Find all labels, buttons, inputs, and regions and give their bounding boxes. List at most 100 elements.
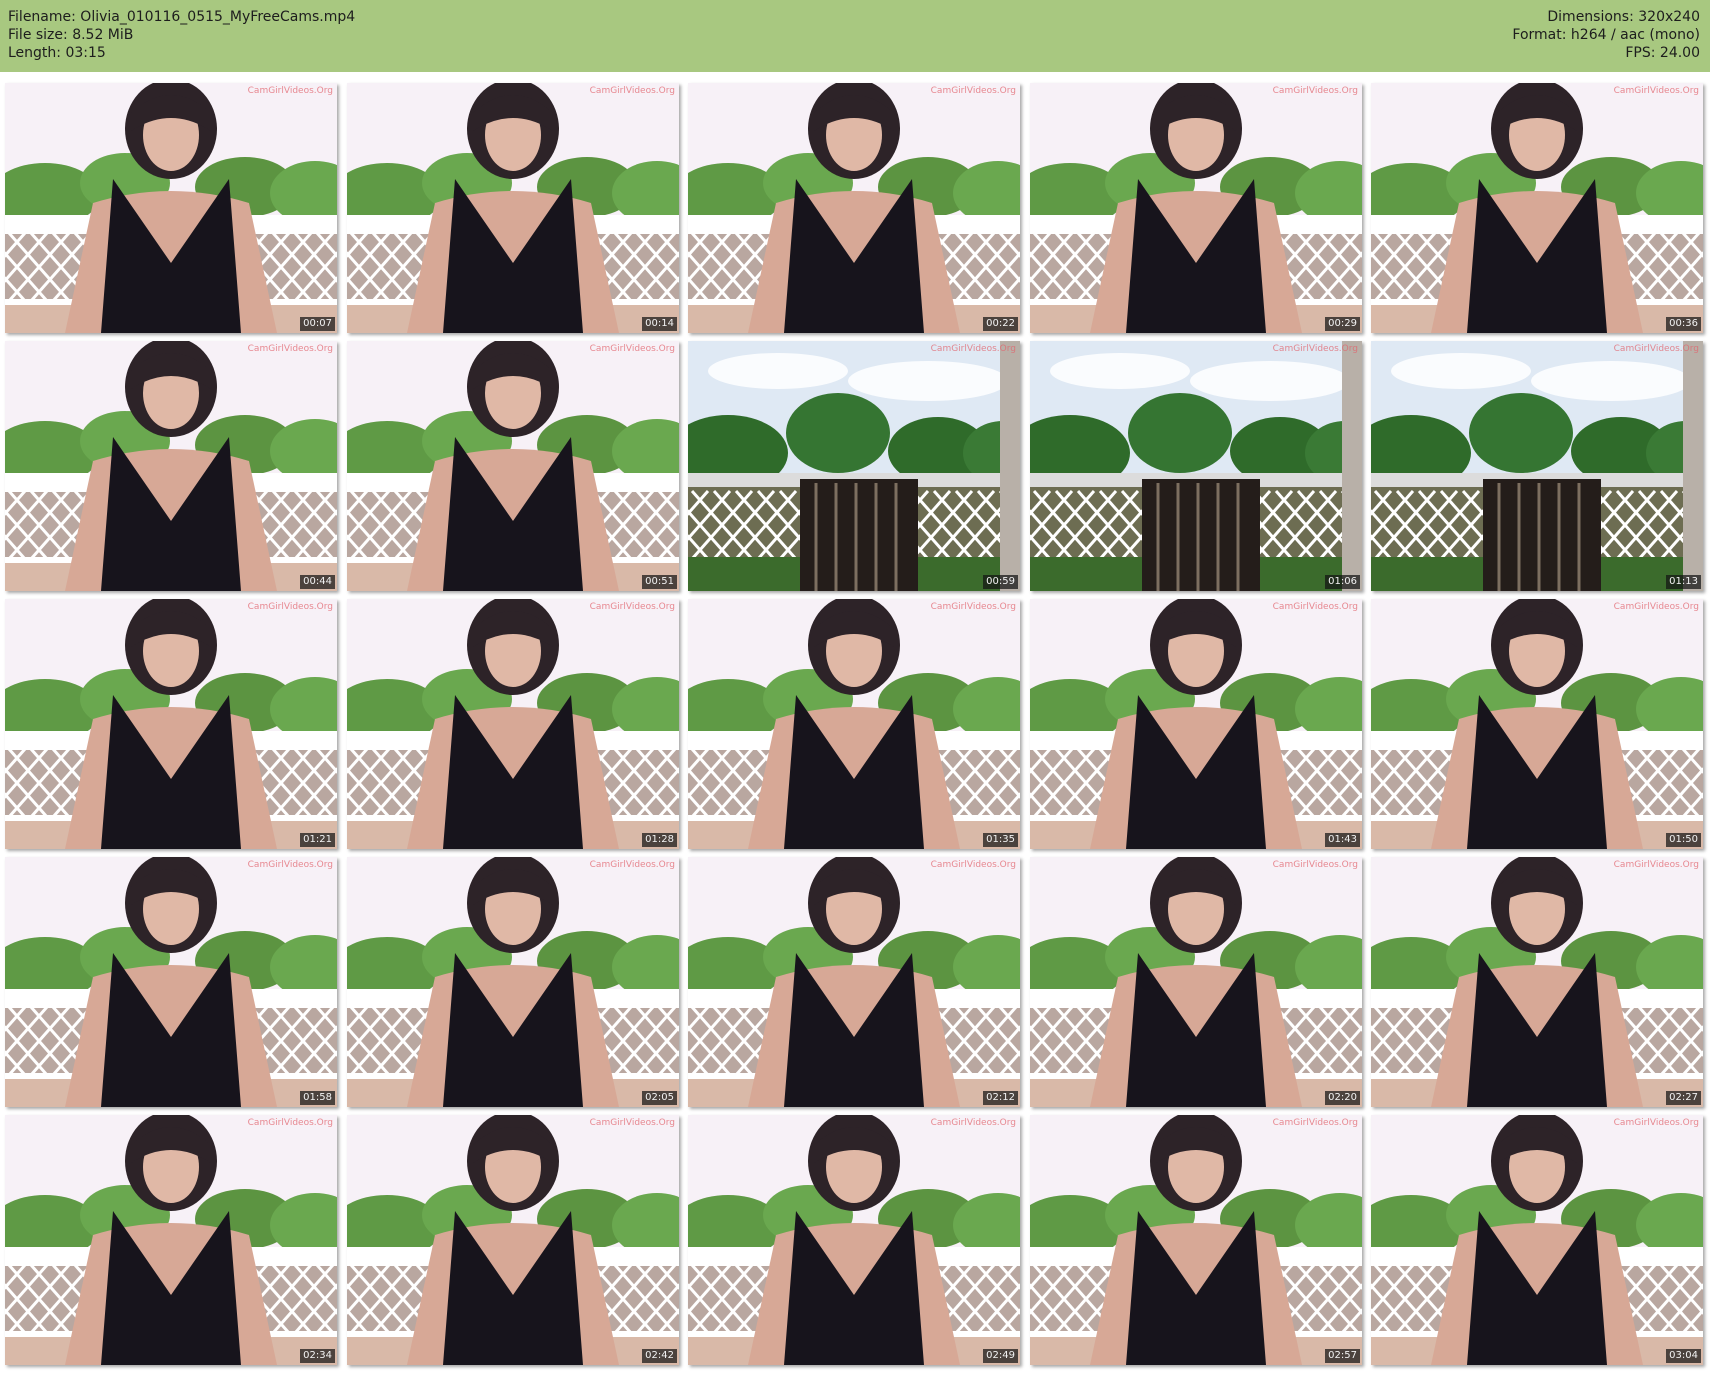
thumbnail-frame: CamGirlVideos.Org 00:36 [1371,83,1703,333]
frame-image [5,857,337,1107]
meta-left: Filename: Olivia_010116_0515_MyFreeCams.… [8,8,355,62]
frame-image [1030,599,1362,849]
frame-image [1371,341,1703,591]
frame-image [688,341,1020,591]
frame-image [1371,857,1703,1107]
watermark-text: CamGirlVideos.Org [1272,86,1358,96]
frame-image [1030,1115,1362,1365]
watermark-text: CamGirlVideos.Org [1613,86,1699,96]
info-header: Filename: Olivia_010116_0515_MyFreeCams.… [0,0,1710,72]
thumbnail-frame: CamGirlVideos.Org 01:28 [347,599,679,849]
timestamp-label: 02:20 [1325,1091,1360,1105]
timestamp-label: 00:14 [642,317,677,331]
timestamp-label: 02:57 [1325,1349,1360,1363]
timestamp-label: 03:04 [1666,1349,1701,1363]
watermark-text: CamGirlVideos.Org [1613,1118,1699,1128]
meta-right: Dimensions: 320x240 Format: h264 / aac (… [1512,8,1700,62]
thumbnail-frame: CamGirlVideos.Org 01:50 [1371,599,1703,849]
watermark-text: CamGirlVideos.Org [1613,860,1699,870]
thumbnail-frame: CamGirlVideos.Org 02:49 [688,1115,1020,1365]
filesize-text: File size: 8.52 MiB [8,27,134,43]
fps-text: FPS: 24.00 [1625,45,1700,61]
watermark-text: CamGirlVideos.Org [1613,344,1699,354]
frame-image [1030,83,1362,333]
timestamp-label: 01:50 [1666,833,1701,847]
watermark-text: CamGirlVideos.Org [589,860,675,870]
thumbnail-frame: CamGirlVideos.Org 01:06 [1030,341,1362,591]
thumbnail-frame: CamGirlVideos.Org 02:05 [347,857,679,1107]
watermark-text: CamGirlVideos.Org [247,1118,333,1128]
thumbnail-frame: CamGirlVideos.Org 02:42 [347,1115,679,1365]
format-text: Format: h264 / aac (mono) [1512,27,1700,43]
frame-image [1371,1115,1703,1365]
thumbnail-frame: CamGirlVideos.Org 00:44 [5,341,337,591]
watermark-text: CamGirlVideos.Org [930,344,1016,354]
timestamp-label: 02:27 [1666,1091,1701,1105]
frame-image [347,341,679,591]
watermark-text: CamGirlVideos.Org [247,86,333,96]
frame-image [347,83,679,333]
thumbnail-grid: CamGirlVideos.Org 00:07 CamGirlVideos.Org… [5,83,1706,1369]
frame-image [347,1115,679,1365]
thumbnail-frame: CamGirlVideos.Org 02:20 [1030,857,1362,1107]
watermark-text: CamGirlVideos.Org [1272,602,1358,612]
watermark-text: CamGirlVideos.Org [589,86,675,96]
thumbnail-frame: CamGirlVideos.Org 01:43 [1030,599,1362,849]
frame-image [688,83,1020,333]
timestamp-label: 00:36 [1666,317,1701,331]
thumbnail-frame: CamGirlVideos.Org 01:35 [688,599,1020,849]
timestamp-label: 02:34 [300,1349,335,1363]
timestamp-label: 01:13 [1666,575,1701,589]
timestamp-label: 00:51 [642,575,677,589]
thumbnail-frame: CamGirlVideos.Org 02:57 [1030,1115,1362,1365]
watermark-text: CamGirlVideos.Org [589,344,675,354]
filename-text: Filename: Olivia_010116_0515_MyFreeCams.… [8,9,356,25]
watermark-text: CamGirlVideos.Org [589,602,675,612]
frame-image [688,599,1020,849]
watermark-text: CamGirlVideos.Org [589,1118,675,1128]
frame-image [5,83,337,333]
timestamp-label: 01:06 [1325,575,1360,589]
thumbnail-frame: CamGirlVideos.Org 01:13 [1371,341,1703,591]
timestamp-label: 01:58 [300,1091,335,1105]
thumbnail-frame: CamGirlVideos.Org 03:04 [1371,1115,1703,1365]
timestamp-label: 01:28 [642,833,677,847]
frame-image [347,857,679,1107]
frame-image [1371,599,1703,849]
thumbnail-frame: CamGirlVideos.Org 00:29 [1030,83,1362,333]
thumbnail-frame: CamGirlVideos.Org 00:22 [688,83,1020,333]
length-text: Length: 03:15 [8,45,106,61]
timestamp-label: 02:42 [642,1349,677,1363]
timestamp-label: 00:44 [300,575,335,589]
frame-image [688,1115,1020,1365]
thumbnail-frame: CamGirlVideos.Org 00:59 [688,341,1020,591]
frame-image [1030,857,1362,1107]
timestamp-label: 00:29 [1325,317,1360,331]
watermark-text: CamGirlVideos.Org [930,602,1016,612]
watermark-text: CamGirlVideos.Org [1272,344,1358,354]
thumbnail-frame: CamGirlVideos.Org 02:27 [1371,857,1703,1107]
thumbnail-frame: CamGirlVideos.Org 01:58 [5,857,337,1107]
timestamp-label: 01:43 [1325,833,1360,847]
thumbnail-frame: CamGirlVideos.Org 02:34 [5,1115,337,1365]
timestamp-label: 01:35 [983,833,1018,847]
frame-image [5,599,337,849]
thumbnail-frame: CamGirlVideos.Org 00:14 [347,83,679,333]
watermark-text: CamGirlVideos.Org [247,860,333,870]
frame-image [688,857,1020,1107]
watermark-text: CamGirlVideos.Org [1272,1118,1358,1128]
timestamp-label: 00:07 [300,317,335,331]
thumbnail-frame: CamGirlVideos.Org 02:12 [688,857,1020,1107]
timestamp-label: 00:22 [983,317,1018,331]
frame-image [347,599,679,849]
dimensions-text: Dimensions: 320x240 [1547,9,1700,25]
thumbnail-frame: CamGirlVideos.Org 00:07 [5,83,337,333]
frame-image [5,1115,337,1365]
frame-image [1371,83,1703,333]
watermark-text: CamGirlVideos.Org [930,860,1016,870]
watermark-text: CamGirlVideos.Org [930,1118,1016,1128]
thumbnail-frame: CamGirlVideos.Org 01:21 [5,599,337,849]
frame-image [1030,341,1362,591]
timestamp-label: 02:12 [983,1091,1018,1105]
frame-image [5,341,337,591]
